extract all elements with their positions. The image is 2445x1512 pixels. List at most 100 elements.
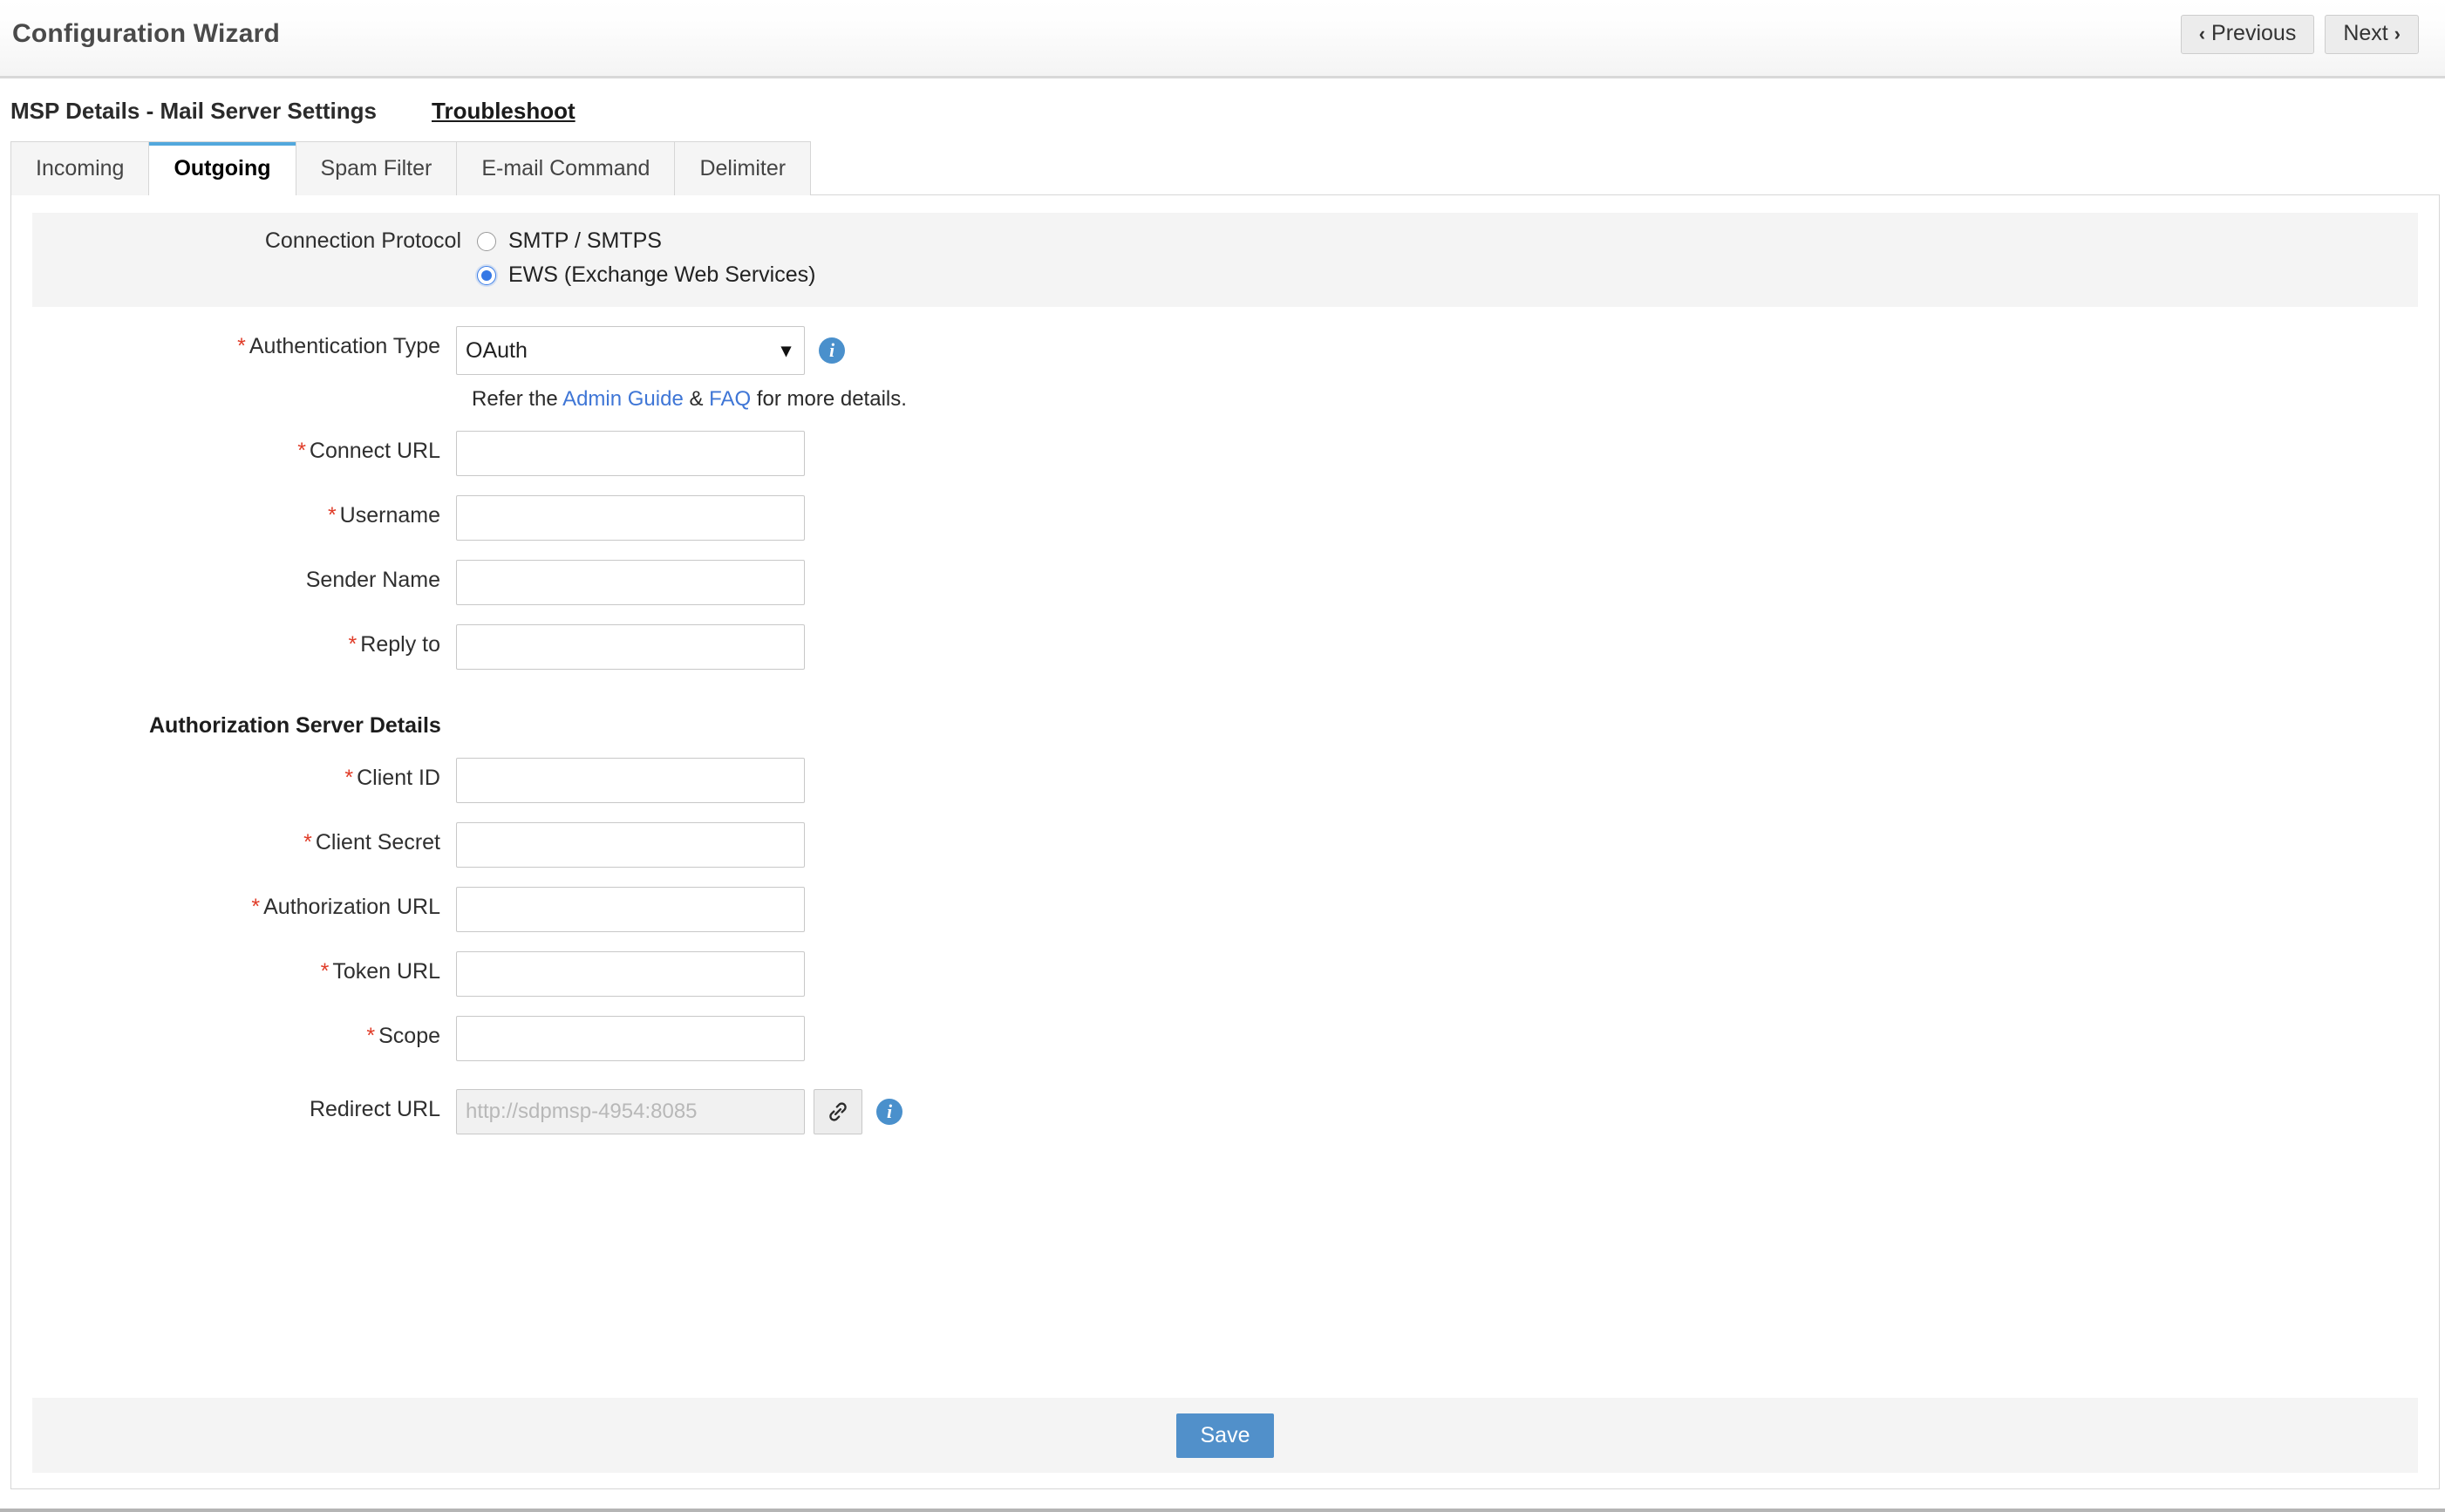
username-field xyxy=(456,495,805,541)
connect-url-label: * Connect URL xyxy=(11,431,456,471)
scope-label: * Scope xyxy=(11,1016,456,1056)
authentication-type-row: * Authentication Type OAuth ▾ i xyxy=(11,326,2439,375)
connect-url-row: * Connect URL xyxy=(11,431,2439,476)
auth-helper-text: Refer the Admin Guide & FAQ for more det… xyxy=(472,387,907,412)
helper-prefix: Refer the xyxy=(472,387,563,411)
next-button-label: Next xyxy=(2343,21,2388,45)
authorization-url-label-text: Authorization URL xyxy=(263,895,440,919)
info-icon-authentication[interactable]: i xyxy=(819,337,845,364)
required-asterisk: * xyxy=(348,632,358,657)
wizard-header: Configuration Wizard ‹ Previous Next › xyxy=(0,0,2445,78)
required-asterisk: * xyxy=(251,895,261,919)
redirect-url-label: Redirect URL xyxy=(11,1089,456,1129)
chevron-right-icon: › xyxy=(2394,23,2401,44)
helper-suffix: for more details. xyxy=(751,387,907,411)
protocol-option-ews-row: EWS (Exchange Web Services) xyxy=(32,262,2418,288)
client-id-label: * Client ID xyxy=(11,758,456,798)
required-asterisk: * xyxy=(344,766,354,790)
token-url-label: * Token URL xyxy=(11,951,456,991)
client-secret-label: * Client Secret xyxy=(11,822,456,862)
tab-delimiter[interactable]: Delimiter xyxy=(674,141,812,195)
authentication-type-label: * Authentication Type xyxy=(11,326,456,366)
radio-smtp-smtps[interactable] xyxy=(477,231,496,251)
client-secret-field xyxy=(456,822,805,868)
tab-spam-filter[interactable]: Spam Filter xyxy=(295,141,458,195)
sender-name-label-text: Sender Name xyxy=(305,568,440,592)
authorization-url-row: * Authorization URL xyxy=(11,887,2439,932)
connection-protocol-group: Connection Protocol SMTP / SMTPS EWS (Ex… xyxy=(32,213,2418,307)
tab-email-command[interactable]: E-mail Command xyxy=(456,141,676,195)
copy-link-button[interactable] xyxy=(814,1089,862,1134)
previous-button[interactable]: ‹ Previous xyxy=(2180,15,2315,54)
redirect-url-field: i xyxy=(456,1089,902,1134)
reply-to-input[interactable] xyxy=(456,624,805,670)
client-id-field xyxy=(456,758,805,803)
bottom-edge xyxy=(0,1509,2445,1512)
token-url-label-text: Token URL xyxy=(332,959,440,984)
radio-smtp-smtps-label[interactable]: SMTP / SMTPS xyxy=(508,228,662,254)
required-asterisk: * xyxy=(303,830,312,855)
username-input[interactable] xyxy=(456,495,805,541)
authentication-type-field: OAuth ▾ i xyxy=(456,326,845,375)
reply-to-label: * Reply to xyxy=(11,624,456,664)
radio-ews[interactable] xyxy=(477,265,496,285)
scope-field xyxy=(456,1016,805,1061)
redirect-url-label-text: Redirect URL xyxy=(309,1097,440,1121)
next-button[interactable]: Next › xyxy=(2325,15,2419,54)
token-url-row: * Token URL xyxy=(11,951,2439,997)
redirect-url-row: Redirect URL i xyxy=(11,1089,2439,1134)
admin-guide-link[interactable]: Admin Guide xyxy=(562,387,684,411)
username-label-text: Username xyxy=(339,503,440,528)
scope-label-text: Scope xyxy=(378,1024,440,1048)
required-asterisk: * xyxy=(320,959,330,984)
client-secret-label-text: Client Secret xyxy=(315,830,440,855)
tab-bar: Incoming Outgoing Spam Filter E-mail Com… xyxy=(0,141,2445,195)
authentication-type-label-text: Authentication Type xyxy=(249,334,440,358)
required-asterisk: * xyxy=(327,503,337,528)
username-row: * Username xyxy=(11,495,2439,541)
authorization-url-label: * Authorization URL xyxy=(11,887,456,927)
protocol-option-smtp-row: Connection Protocol SMTP / SMTPS xyxy=(32,228,2418,254)
tab-incoming[interactable]: Incoming xyxy=(10,141,150,195)
reply-to-row: * Reply to xyxy=(11,624,2439,670)
reply-to-label-text: Reply to xyxy=(360,632,440,657)
connect-url-input[interactable] xyxy=(456,431,805,476)
reply-to-field xyxy=(456,624,805,670)
connect-url-label-text: Connect URL xyxy=(309,439,440,463)
page-subtitle: MSP Details - Mail Server Settings xyxy=(10,98,377,124)
redirect-url-input xyxy=(456,1089,805,1134)
auth-helper-row: Refer the Admin Guide & FAQ for more det… xyxy=(11,387,2439,412)
client-id-input[interactable] xyxy=(456,758,805,803)
breadcrumb: MSP Details - Mail Server Settings Troub… xyxy=(0,78,2445,141)
connect-url-field xyxy=(456,431,805,476)
username-label: * Username xyxy=(11,495,456,535)
outgoing-settings-panel: Connection Protocol SMTP / SMTPS EWS (Ex… xyxy=(10,194,2440,1489)
authorization-url-input[interactable] xyxy=(456,887,805,932)
faq-link[interactable]: FAQ xyxy=(709,387,751,411)
connection-protocol-label: Connection Protocol xyxy=(264,228,461,253)
helper-mid: & xyxy=(683,387,710,411)
link-icon xyxy=(829,1102,847,1121)
scope-row: * Scope xyxy=(11,1016,2439,1061)
client-secret-row: * Client Secret xyxy=(11,822,2439,868)
client-id-row: * Client ID xyxy=(11,758,2439,803)
radio-ews-label[interactable]: EWS (Exchange Web Services) xyxy=(508,262,815,288)
save-button[interactable]: Save xyxy=(1175,1413,1275,1458)
troubleshoot-link[interactable]: Troubleshoot xyxy=(432,98,575,125)
required-asterisk: * xyxy=(297,439,306,463)
sender-name-input[interactable] xyxy=(456,560,805,605)
authorization-url-field xyxy=(456,887,805,932)
info-icon-redirect-url[interactable]: i xyxy=(876,1099,902,1125)
sender-name-field xyxy=(456,560,805,605)
required-asterisk: * xyxy=(237,334,246,358)
chevron-left-icon: ‹ xyxy=(2198,23,2206,44)
authentication-type-select[interactable]: OAuth xyxy=(456,326,805,375)
token-url-field xyxy=(456,951,805,997)
authorization-server-details-heading: Authorization Server Details xyxy=(149,713,441,738)
sender-name-row: Sender Name xyxy=(11,560,2439,605)
tab-outgoing[interactable]: Outgoing xyxy=(148,141,296,195)
scope-input[interactable] xyxy=(456,1016,805,1061)
sender-name-label: Sender Name xyxy=(11,560,456,600)
client-secret-input[interactable] xyxy=(456,822,805,868)
token-url-input[interactable] xyxy=(456,951,805,997)
